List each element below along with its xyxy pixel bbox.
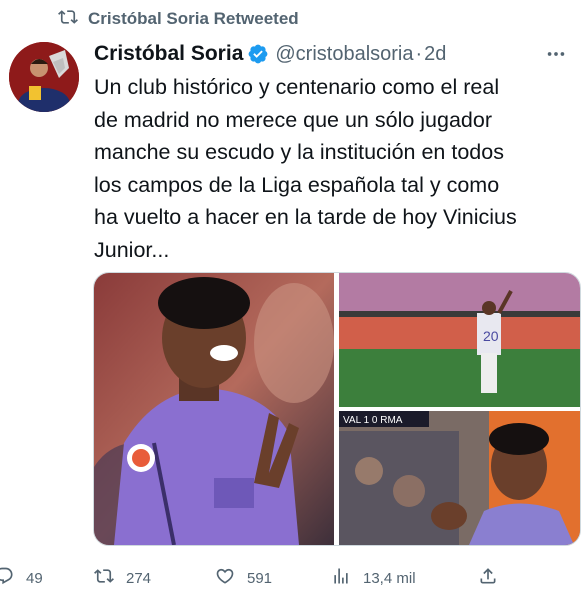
media-photo-player-celebrating[interactable] (94, 273, 334, 545)
heart-icon (215, 566, 235, 590)
media-grid: 20 VAL 1 0 RMA (93, 272, 581, 546)
author-name[interactable]: Cristóbal Soria (94, 42, 243, 66)
analytics-icon (331, 566, 351, 590)
reply-count: 49 (26, 569, 43, 587)
share-button[interactable] (478, 566, 498, 590)
retweet-label: Cristóbal Soria Retweeted (88, 9, 299, 28)
scoreboard-text: VAL 1 0 RMA (343, 415, 403, 426)
verified-badge-icon[interactable] (247, 43, 269, 65)
media-photo-stadium[interactable]: 20 (339, 273, 580, 407)
reply-button[interactable]: 49 (0, 566, 43, 590)
tweet-timestamp[interactable]: 2d (424, 43, 446, 66)
tweet-actions: 49 274 591 13,4 mil (0, 566, 583, 592)
like-button[interactable]: 591 (215, 566, 272, 590)
share-icon (478, 566, 498, 590)
retweet-count: 274 (126, 569, 152, 587)
views-count: 13,4 mil (363, 569, 416, 587)
more-options-icon[interactable] (543, 41, 569, 67)
tweet-text: Un club histórico y centenario como el r… (94, 75, 517, 262)
svg-text:20: 20 (483, 328, 499, 344)
retweet-icon (58, 7, 78, 32)
avatar[interactable] (9, 42, 79, 112)
like-count: 591 (247, 569, 273, 587)
retweet-button[interactable]: 274 (94, 566, 151, 590)
views-button[interactable]: 13,4 mil (331, 566, 416, 590)
separator: · (415, 42, 423, 65)
retweet-action-icon (94, 566, 114, 590)
retweet-indicator[interactable]: Cristóbal Soria Retweeted (58, 8, 299, 30)
reply-icon (0, 566, 14, 590)
media-photo-player-clapping[interactable]: VAL 1 0 RMA (339, 411, 580, 545)
tweet-header: Cristóbal Soria @cristobalsoria · 2d (94, 40, 569, 68)
author-handle[interactable]: @cristobalsoria (275, 43, 413, 66)
